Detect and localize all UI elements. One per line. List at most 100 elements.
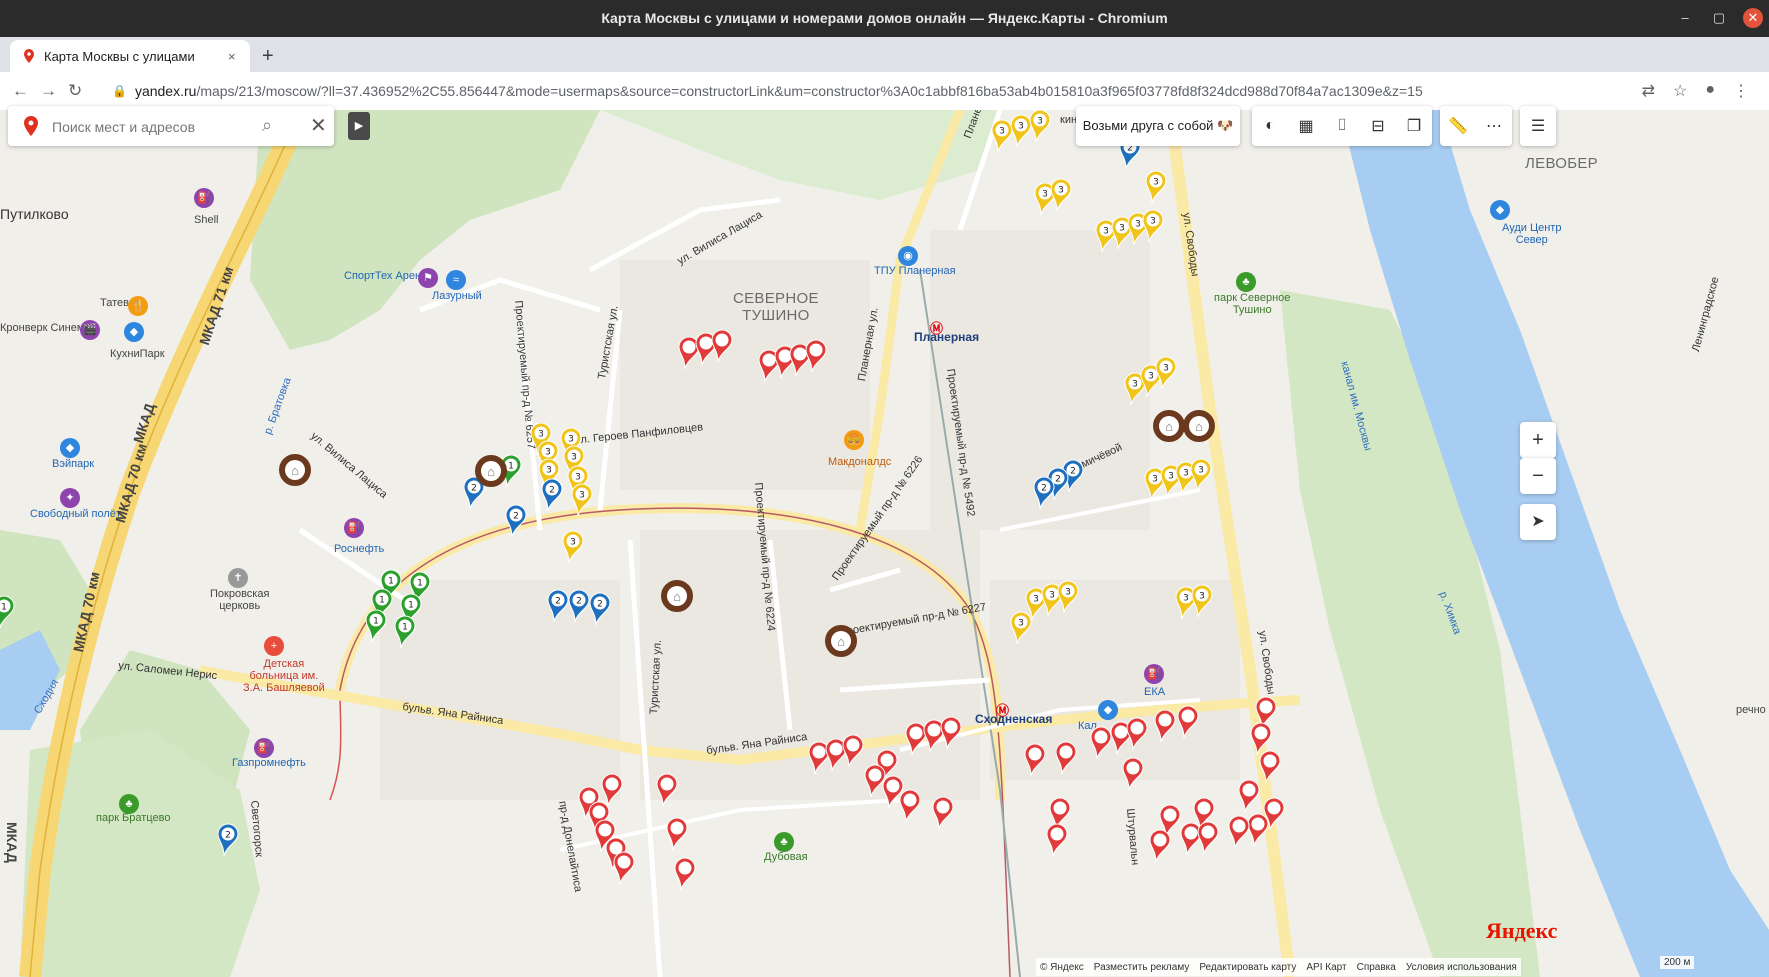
map-marker-3[interactable]: 3 — [1144, 170, 1168, 204]
tab-yandex-maps[interactable]: Карта Москвы с улицами × — [10, 40, 250, 72]
map-canvas[interactable]: Путилково Shell Татев Кронверк Синема Ку… — [0, 110, 1769, 977]
overlay-icon[interactable]: ❐ — [1396, 106, 1432, 146]
map-marker-3[interactable]: 3 — [1190, 584, 1214, 618]
label-tpu[interactable]: ТПУ Планерная — [874, 265, 956, 277]
map-marker-3[interactable]: 3 — [1141, 209, 1165, 243]
label-gazprom[interactable]: Газпромнефть — [232, 757, 306, 769]
shop-icon[interactable]: ◆ — [124, 322, 144, 342]
label-mcdonalds[interactable]: Макдоналдс — [828, 456, 891, 468]
map-marker-3[interactable]: 3 — [570, 483, 594, 517]
house-marker-icon[interactable]: ⌂ — [1183, 410, 1215, 442]
zoom-in-button[interactable]: + — [1520, 422, 1556, 458]
label-metro-skhodnenskaya[interactable]: Сходненская — [975, 712, 1052, 726]
metro-planernaya-icon[interactable]: Ⓜ — [930, 318, 943, 337]
bookmark-star-icon[interactable]: ☆ — [1673, 81, 1687, 101]
more-tools-icon[interactable]: ⋯ — [1476, 106, 1512, 146]
label-shell[interactable]: Shell — [194, 214, 218, 226]
ruler-icon[interactable]: 📏 — [1440, 106, 1476, 146]
layers-icon[interactable]: ◐ — [1252, 106, 1288, 146]
new-tab-button[interactable]: + — [262, 45, 274, 68]
map-marker-red[interactable] — [1121, 757, 1145, 791]
map-marker-red[interactable] — [665, 817, 689, 851]
label-vzhpark[interactable]: Вэйпарк — [52, 458, 94, 470]
map-marker-red[interactable] — [1196, 821, 1220, 855]
menu-kebab-icon[interactable]: ⋮ — [1733, 81, 1749, 101]
footer-ads-link[interactable]: Разместить рекламу — [1094, 962, 1190, 973]
footer-help-link[interactable]: Справка — [1357, 962, 1396, 973]
map-marker-red[interactable] — [1148, 829, 1172, 863]
label-svobodny[interactable]: Свободный полёт — [30, 508, 121, 520]
park-severnoe-icon[interactable]: ♣ — [1236, 272, 1256, 292]
map-marker-red[interactable] — [1227, 815, 1251, 849]
map-marker-red[interactable] — [1023, 743, 1047, 777]
label-dubovaya[interactable]: Дубовая — [764, 851, 808, 863]
panorama-camera-icon[interactable]: ⌷ — [1324, 106, 1360, 146]
map-marker-3[interactable]: 3 — [1028, 110, 1052, 143]
house-marker-icon[interactable]: ⌂ — [475, 455, 507, 487]
map-marker-red[interactable] — [673, 857, 697, 891]
gas-station-gazprom-icon[interactable]: ⛽ — [254, 738, 274, 758]
map-type-icon[interactable]: ▦ — [1288, 106, 1324, 146]
park-dubovaya-icon[interactable]: ♣ — [774, 832, 794, 852]
minimize-button[interactable]: – — [1675, 8, 1695, 28]
map-marker-2[interactable]: 2 — [216, 823, 240, 857]
label-park-severnoe[interactable]: парк Северное Тушино — [1214, 292, 1290, 316]
geolocation-arrow-icon[interactable]: ➤ — [1520, 504, 1556, 540]
transport-bus-icon[interactable]: ⊟ — [1360, 106, 1396, 146]
church-icon[interactable]: ✝ — [228, 568, 248, 588]
zoom-out-button[interactable]: − — [1520, 458, 1556, 494]
search-icon[interactable]: ⌕ — [262, 115, 272, 136]
store-icon[interactable]: ◆ — [60, 438, 80, 458]
promo-button[interactable]: Возьми друга с собой 🐶 — [1076, 106, 1240, 146]
label-pokrov[interactable]: Покровская церковь — [210, 588, 269, 612]
house-marker-icon[interactable]: ⌂ — [1153, 410, 1185, 442]
map-marker-3[interactable]: 3 — [1154, 356, 1178, 390]
label-kronverk[interactable]: Кронверк Синема — [0, 322, 91, 334]
gas-station-icon[interactable]: ⛽ — [194, 188, 214, 208]
label-eka[interactable]: ЕКА — [1144, 686, 1165, 698]
pool-icon[interactable]: ≈ — [446, 270, 466, 290]
map-marker-3[interactable]: 3 — [1189, 458, 1213, 492]
gas-station-eka-icon[interactable]: ⛽ — [1144, 664, 1164, 684]
map-marker-red[interactable] — [841, 734, 865, 768]
map-marker-2[interactable]: 2 — [540, 478, 564, 512]
map-marker-red[interactable] — [939, 716, 963, 750]
sport-arena-icon[interactable]: ⚑ — [418, 268, 438, 288]
reload-icon[interactable]: ↻ — [68, 81, 82, 101]
forward-arrow-icon[interactable]: → — [40, 81, 57, 101]
map-marker-red[interactable] — [804, 339, 828, 373]
house-marker-icon[interactable]: ⌂ — [825, 625, 857, 657]
url-field[interactable]: 🔒 yandex.ru/maps/213/moscow/?ll=37.43695… — [112, 79, 1662, 103]
house-marker-icon[interactable]: ⌂ — [279, 454, 311, 486]
cinema-icon[interactable]: 🎬 — [80, 320, 100, 340]
close-window-button[interactable]: ✕ — [1743, 8, 1763, 28]
map-marker-red[interactable] — [1153, 709, 1177, 743]
transport-hub-icon[interactable]: ◉ — [898, 246, 918, 266]
map-marker-red[interactable] — [710, 329, 734, 363]
label-lazurny[interactable]: Лазурный — [432, 290, 482, 302]
map-marker-3[interactable]: 3 — [1056, 580, 1080, 614]
label-kuhnipark[interactable]: КухниПарк — [110, 348, 165, 360]
clear-search-icon[interactable]: ✕ — [310, 113, 327, 138]
map-marker-red[interactable] — [1045, 823, 1069, 857]
car-dealer-icon[interactable]: ◆ — [1490, 200, 1510, 220]
map-marker-3[interactable]: 3 — [561, 530, 585, 564]
map-marker-red[interactable] — [1125, 717, 1149, 751]
tab-close-icon[interactable]: × — [228, 49, 236, 64]
shop-kal-icon[interactable]: ◆ — [1098, 700, 1118, 720]
map-marker-2[interactable]: 2 — [588, 592, 612, 626]
footer-api-link[interactable]: API Карт — [1306, 962, 1346, 973]
restaurant-icon[interactable]: 🍴 — [128, 296, 148, 316]
map-marker-3[interactable]: 3 — [1009, 611, 1033, 645]
map-marker-red[interactable] — [655, 773, 679, 807]
entertainment-icon[interactable]: ✦ — [60, 488, 80, 508]
map-marker-red[interactable] — [1054, 741, 1078, 775]
label-audi[interactable]: Ауди Центр Север — [1502, 222, 1561, 246]
label-bratsevo[interactable]: парк Братцево — [96, 812, 170, 824]
house-marker-icon[interactable]: ⌂ — [661, 580, 693, 612]
map-marker-1[interactable]: 1 — [393, 615, 417, 649]
footer-edit-map-link[interactable]: Редактировать карту — [1199, 962, 1296, 973]
collapse-panel-button[interactable]: ▶ — [348, 112, 370, 140]
map-marker-red[interactable] — [898, 789, 922, 823]
map-marker-red[interactable] — [1258, 750, 1282, 784]
